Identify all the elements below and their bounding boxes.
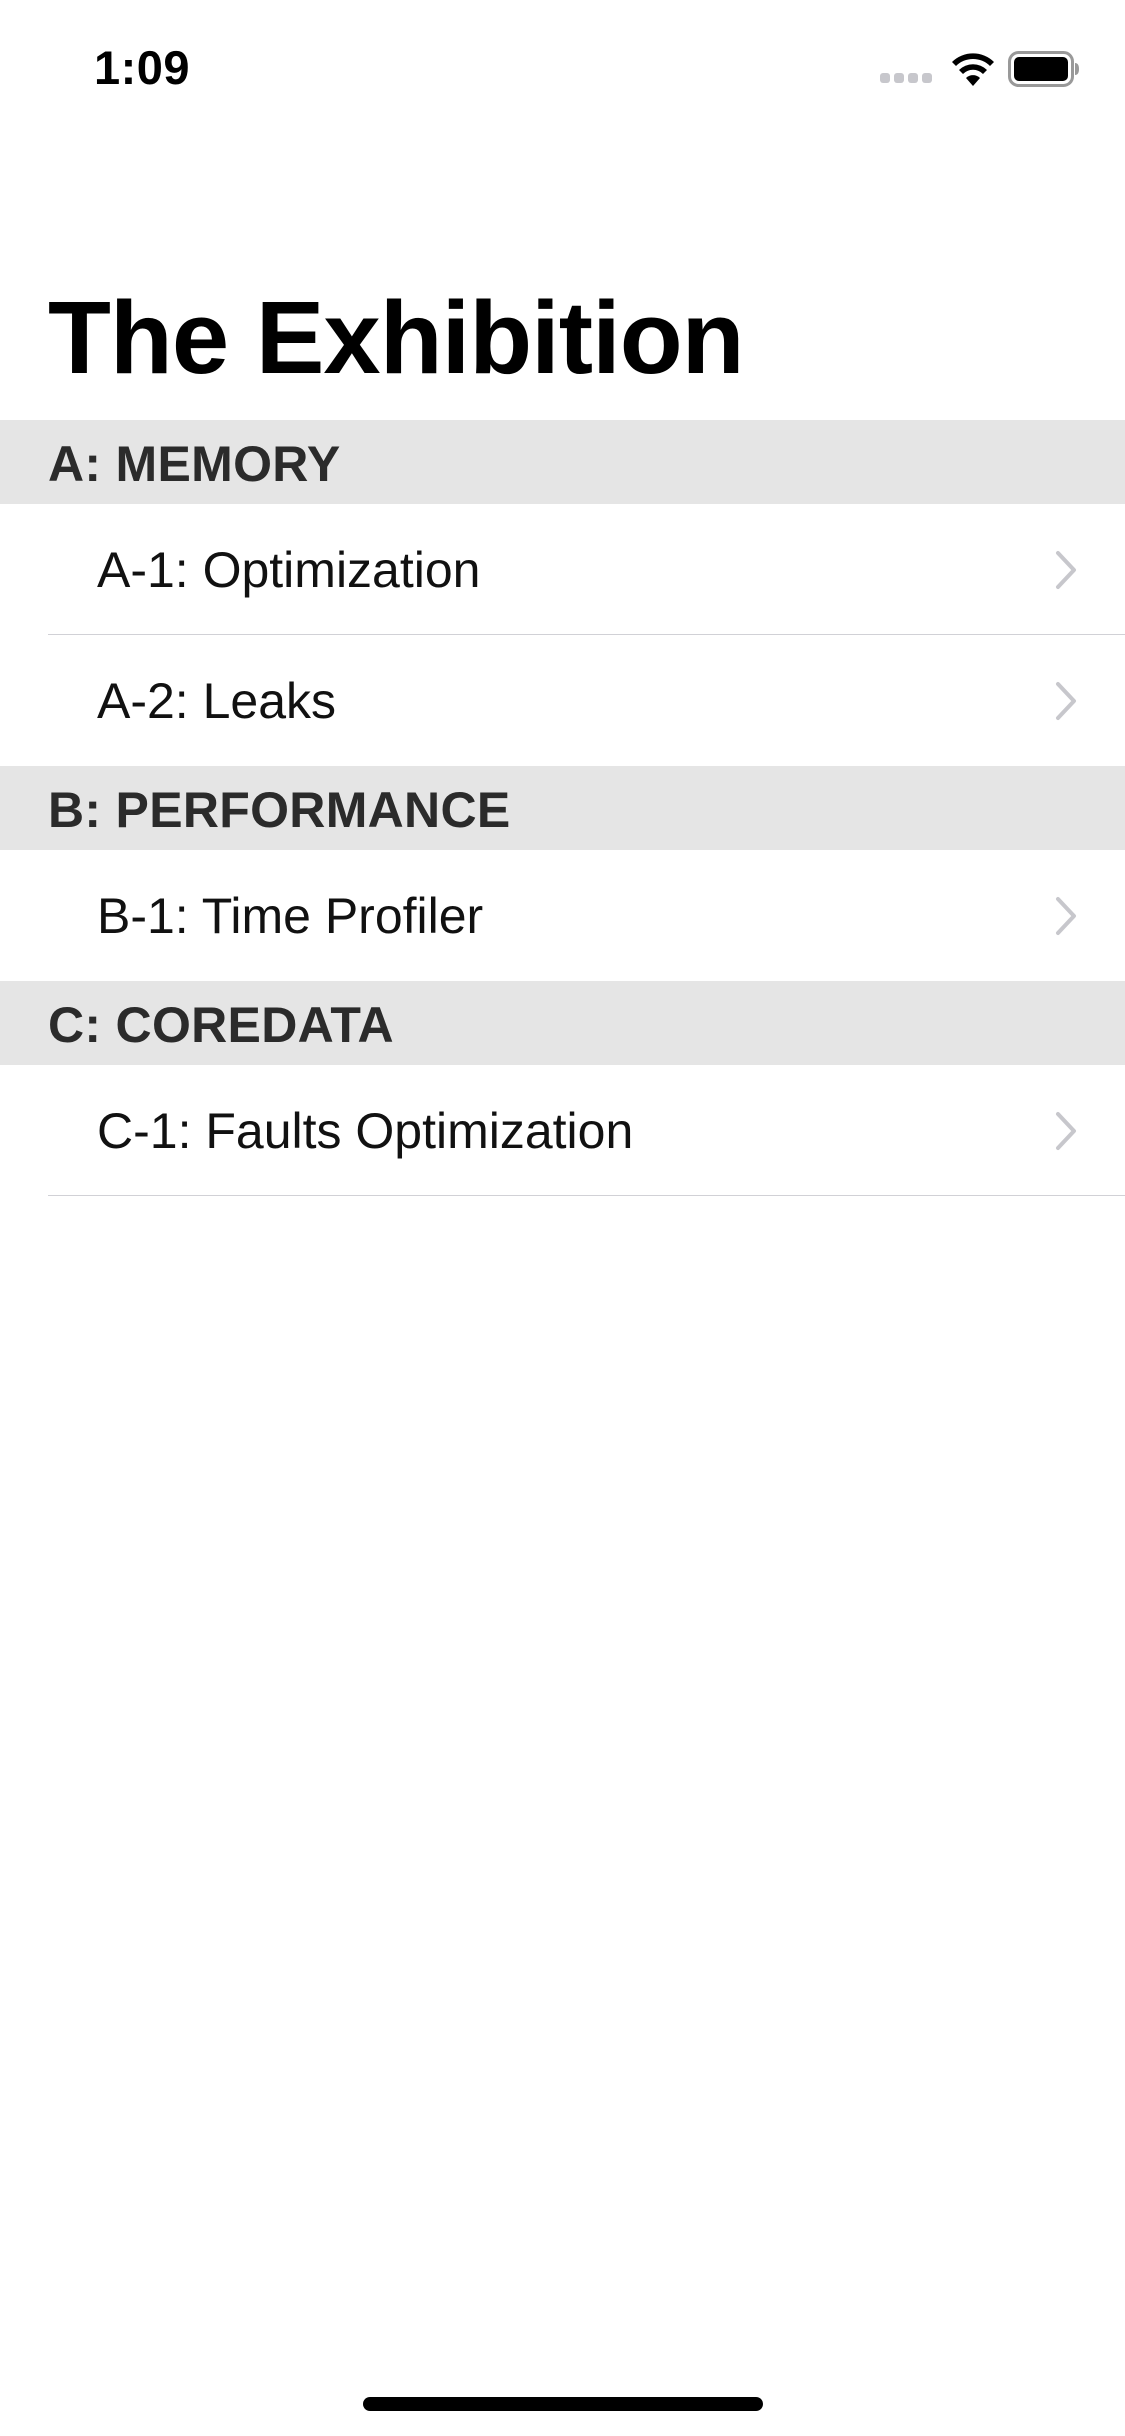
wifi-icon bbox=[952, 53, 994, 86]
screen: 1:09 The Exhibition A: MEMORY A-1: Optim… bbox=[0, 0, 1125, 2436]
page-title: The Exhibition bbox=[48, 280, 745, 395]
table-row-c1-faults-optimization[interactable]: C-1: Faults Optimization bbox=[0, 1065, 1125, 1196]
row-separator bbox=[48, 1195, 1125, 1196]
cell-label: C-1: Faults Optimization bbox=[97, 1103, 634, 1159]
cell-label: A-2: Leaks bbox=[97, 673, 337, 729]
status-bar: 1:09 bbox=[0, 0, 1125, 132]
chevron-right-icon bbox=[1056, 897, 1076, 935]
chevron-right-icon bbox=[1056, 551, 1076, 589]
table-row-a2-leaks[interactable]: A-2: Leaks bbox=[0, 635, 1125, 766]
cell-label: B-1: Time Profiler bbox=[97, 888, 484, 944]
section-header-performance: B: PERFORMANCE bbox=[0, 766, 1125, 850]
section-header-label: C: COREDATA bbox=[48, 997, 394, 1053]
status-time: 1:09 bbox=[94, 41, 191, 94]
table-row-a1-optimization[interactable]: A-1: Optimization bbox=[0, 504, 1125, 635]
section-header-label: B: PERFORMANCE bbox=[48, 782, 511, 838]
table-row-b1-time-profiler[interactable]: B-1: Time Profiler bbox=[0, 850, 1125, 981]
cell-label: A-1: Optimization bbox=[97, 542, 481, 598]
section-header-label: A: MEMORY bbox=[48, 436, 341, 492]
chevron-right-icon bbox=[1056, 1112, 1076, 1150]
chevron-right-icon bbox=[1056, 682, 1076, 720]
signal-dots-icon bbox=[880, 73, 934, 83]
section-header-memory: A: MEMORY bbox=[0, 420, 1125, 504]
home-indicator[interactable] bbox=[363, 2397, 763, 2411]
section-header-coredata: C: COREDATA bbox=[0, 981, 1125, 1065]
battery-icon bbox=[1008, 51, 1079, 87]
table-view[interactable]: A: MEMORY A-1: Optimization A-2: Leaks B… bbox=[0, 420, 1125, 1196]
